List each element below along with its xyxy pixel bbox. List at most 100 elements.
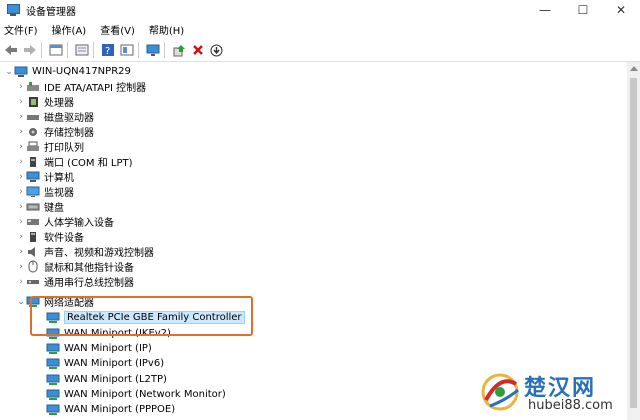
category-ports[interactable]: › 端口 (COM 和 LPT) xyxy=(16,154,616,169)
menu-view[interactable]: 查看(V) xyxy=(96,22,139,37)
category-ide[interactable]: › IDE ATA/ATAPI 控制器 xyxy=(16,79,616,94)
category-computer[interactable]: › 计算机 xyxy=(16,169,616,184)
close-button[interactable]: ✕ xyxy=(602,0,640,20)
minimize-button[interactable]: — xyxy=(526,0,564,20)
category-label: 网络适配器 xyxy=(44,298,94,309)
chevron-right-icon[interactable]: › xyxy=(16,94,26,109)
category-label: 端口 (COM 和 LPT) xyxy=(44,158,133,169)
chevron-right-icon[interactable]: › xyxy=(16,124,26,139)
device-label: WAN Miniport (PPPOE) xyxy=(64,404,176,415)
scroll-up-icon[interactable] xyxy=(630,66,638,71)
uninstall-icon[interactable] xyxy=(189,41,206,59)
chevron-right-icon[interactable]: › xyxy=(16,229,26,244)
watermark: 楚汉网 hubei88.com xyxy=(478,368,638,418)
category-label: 磁盘驱动器 xyxy=(44,113,94,124)
properties-icon[interactable] xyxy=(47,41,64,59)
show-hidden-icon[interactable] xyxy=(73,41,90,59)
port-icon xyxy=(26,155,40,168)
maximize-button[interactable]: ☐ xyxy=(564,0,602,20)
scroll-thumb[interactable] xyxy=(630,78,637,408)
speaker-icon xyxy=(26,245,40,258)
computer-icon xyxy=(26,170,40,183)
device-label: WAN Miniport (L2TP) xyxy=(64,374,167,385)
chevron-right-icon[interactable]: › xyxy=(16,259,26,274)
category-label: 处理器 xyxy=(44,98,74,109)
category-network[interactable]: ⌄ 网络适配器 xyxy=(16,294,616,309)
chevron-down-icon[interactable]: ⌄ xyxy=(16,294,26,309)
category-print-queue[interactable]: › 打印队列 xyxy=(16,139,616,154)
disk-drive-icon xyxy=(26,110,40,123)
network-adapter-icon xyxy=(26,295,40,308)
chevron-right-icon[interactable]: › xyxy=(16,184,26,199)
chevron-right-icon[interactable]: › xyxy=(16,109,26,124)
category-label: 人体学输入设备 xyxy=(44,218,114,229)
chevron-right-icon[interactable]: › xyxy=(16,139,26,154)
network-adapter-icon xyxy=(46,388,60,401)
category-mouse[interactable]: › 鼠标和其他指针设备 xyxy=(16,259,616,274)
menu-file[interactable]: 文件(F) xyxy=(0,22,42,37)
storage-controller-icon xyxy=(26,125,40,138)
title-bar: 设备管理器 — ☐ ✕ xyxy=(0,0,640,20)
toolbar-separator xyxy=(164,42,165,58)
category-label: 存储控制器 xyxy=(44,128,94,139)
chevron-down-icon[interactable]: ⌄ xyxy=(4,64,14,79)
vertical-scrollbar[interactable] xyxy=(627,62,640,420)
ide-controller-icon xyxy=(26,80,40,93)
category-processor[interactable]: › 处理器 xyxy=(16,94,616,109)
network-device-wan-ikev2[interactable]: WAN Miniport (IKEv2) xyxy=(46,326,627,341)
category-label: 打印队列 xyxy=(44,143,84,154)
network-device-realtek[interactable]: Realtek PCIe GBE Family Controller xyxy=(46,310,627,325)
monitor-scan-icon[interactable] xyxy=(144,41,161,59)
category-sound[interactable]: › 声音、视频和游戏控制器 xyxy=(16,244,616,259)
chevron-right-icon[interactable]: › xyxy=(16,154,26,169)
printer-icon xyxy=(26,140,40,153)
category-label: 鼠标和其他指针设备 xyxy=(44,263,134,274)
toolbar: ? xyxy=(0,39,640,62)
device-label: WAN Miniport (Network Monitor) xyxy=(64,389,226,400)
device-tree: ⌄ WIN-UQN417NPR29 › IDE ATA/ATAPI 控制器 › … xyxy=(0,62,627,420)
network-device-wan-ip[interactable]: WAN Miniport (IP) xyxy=(46,341,627,356)
category-disk[interactable]: › 磁盘驱动器 xyxy=(16,109,616,125)
mouse-icon xyxy=(26,260,40,273)
device-label: WAN Miniport (IKEv2) xyxy=(64,328,171,339)
device-label: WAN Miniport (IP) xyxy=(64,343,152,354)
chevron-right-icon[interactable]: › xyxy=(16,244,26,259)
device-label: WAN Miniport (IPv6) xyxy=(64,358,165,369)
chevron-right-icon[interactable]: › xyxy=(16,274,26,289)
download-icon[interactable] xyxy=(208,41,225,59)
category-label: IDE ATA/ATAPI 控制器 xyxy=(44,83,147,94)
category-software[interactable]: › 软件设备 xyxy=(16,229,616,244)
computer-icon xyxy=(14,65,28,78)
monitor-icon xyxy=(26,185,40,198)
device-manager-icon xyxy=(6,3,20,17)
category-usb[interactable]: › 通用串行总线控制器 xyxy=(16,274,616,290)
chevron-right-icon[interactable]: › xyxy=(16,214,26,229)
forward-arrow-icon[interactable] xyxy=(21,41,38,59)
back-arrow-icon[interactable] xyxy=(2,41,19,59)
menu-bar: 文件(F) 操作(A) 查看(V) 帮助(H) xyxy=(0,20,640,38)
keyboard-icon xyxy=(26,200,40,213)
chevron-right-icon[interactable]: › xyxy=(16,169,26,184)
software-device-icon xyxy=(26,230,40,243)
category-storage[interactable]: › 存储控制器 xyxy=(16,124,616,140)
processor-icon xyxy=(26,95,40,108)
chevron-right-icon[interactable]: › xyxy=(16,199,26,214)
network-adapter-icon xyxy=(46,342,60,355)
category-label: 软件设备 xyxy=(44,233,84,244)
category-monitor[interactable]: › 监视器 xyxy=(16,184,616,199)
update-driver-icon[interactable] xyxy=(170,41,187,59)
toolbar-separator xyxy=(41,42,42,58)
device-view-icon[interactable] xyxy=(118,41,135,59)
tree-root[interactable]: ⌄ WIN-UQN417NPR29 xyxy=(4,64,604,79)
menu-action[interactable]: 操作(A) xyxy=(48,22,91,37)
toolbar-separator xyxy=(93,42,94,58)
network-adapter-icon xyxy=(46,357,60,370)
chevron-right-icon[interactable]: › xyxy=(16,79,26,94)
menu-help[interactable]: 帮助(H) xyxy=(145,22,188,37)
category-label: 键盘 xyxy=(44,203,64,214)
window-title: 设备管理器 xyxy=(26,6,76,18)
help-icon[interactable]: ? xyxy=(99,41,116,59)
toolbar-separator xyxy=(138,42,139,58)
category-keyboard[interactable]: › 键盘 xyxy=(16,199,616,215)
category-hid[interactable]: › 人体学输入设备 xyxy=(16,214,616,230)
